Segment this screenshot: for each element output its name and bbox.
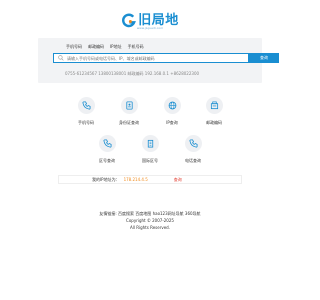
search-input[interactable]	[67, 54, 248, 62]
tool-intl-code-label: 国际区号	[142, 158, 158, 163]
my-ip-value: 178.214.4.5	[123, 177, 148, 182]
tool-phone-circle	[77, 97, 95, 114]
tool-id-card[interactable]: 身份证查询	[109, 97, 149, 126]
mailbox-icon	[210, 101, 218, 110]
tab-postcode[interactable]: 邮政编码	[88, 44, 104, 50]
search-button[interactable]: 查询	[249, 53, 279, 63]
my-ip-query-link[interactable]: 查询	[174, 177, 182, 183]
logo-text: 旧局地	[138, 12, 179, 28]
my-ip-bar: 我的IP地址为： 178.214.4.5 查询	[58, 175, 242, 184]
footer: 友情链接: 百度搜索 百度地图 hao123网址导航 360导航 Copyrig…	[0, 210, 300, 231]
phone-icon	[81, 101, 91, 110]
tab-phone[interactable]: 手机号码	[66, 44, 82, 50]
tool-id-card-label: 身份证查询	[119, 120, 139, 125]
tool-phone-label: 手机号码	[78, 120, 94, 125]
globe-icon	[168, 101, 176, 110]
tool-tel[interactable]: 电话查询	[173, 135, 213, 164]
tool-ip-circle	[163, 97, 181, 114]
id-card-icon	[125, 101, 133, 110]
phone-icon	[102, 139, 112, 148]
logo-subtitle: www.jiujuedi.com	[136, 26, 164, 30]
search-examples: 0755-61234567 13800138001 邮政编码 192.168.0…	[65, 71, 200, 76]
search-icon	[58, 55, 64, 61]
tool-area-code-label: 区号查询	[99, 158, 115, 163]
my-ip-label: 我的IP地址为：	[92, 176, 120, 182]
tool-postcode-label: 邮政编码	[206, 120, 222, 125]
footer-rights: All Rights Reserved.	[129, 225, 170, 230]
tool-postcode-circle	[205, 97, 223, 114]
tab-mobile[interactable]: 手机号码	[128, 44, 144, 50]
tool-intl-code-circle	[141, 135, 159, 152]
tool-area-code[interactable]: 区号查询	[87, 135, 127, 164]
tool-postcode[interactable]: 邮政编码	[194, 97, 234, 126]
building-icon	[147, 139, 153, 148]
tool-ip[interactable]: IP查询	[152, 97, 192, 126]
tool-intl-code[interactable]: 国际区号	[130, 135, 170, 164]
search-tabs: 手机号码 邮政编码 IP地址 手机号码	[66, 44, 144, 50]
tool-tel-label: 电话查询	[185, 158, 201, 163]
tool-ip-label: IP查询	[166, 120, 178, 125]
tab-ip[interactable]: IP地址	[110, 44, 122, 50]
footer-links[interactable]: 友情链接: 百度搜索 百度地图 hao123网址导航 360导航	[0, 210, 300, 217]
tool-area-code-circle	[98, 135, 116, 152]
tool-tel-circle	[184, 135, 202, 152]
search-box[interactable]	[53, 53, 249, 63]
footer-copyright: Copyright © 2007-2025	[126, 218, 174, 223]
tool-id-card-circle	[120, 97, 138, 114]
search-panel: 手机号码 邮政编码 IP地址 手机号码 查询 0755-61234567 138…	[38, 38, 279, 83]
tool-phone[interactable]: 手机号码	[66, 97, 106, 126]
phone-icon	[188, 139, 198, 148]
